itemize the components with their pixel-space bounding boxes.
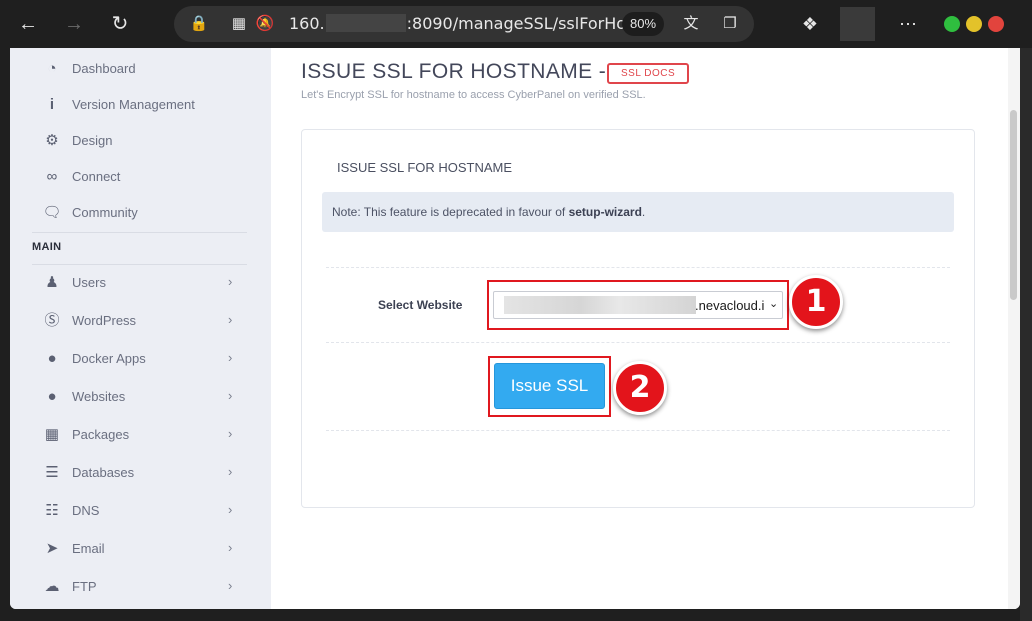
sidebar-item-databases[interactable]: ☰ Databases ›: [10, 455, 271, 491]
chevron-right-icon: ›: [228, 312, 233, 327]
wordpress-icon: Ⓢ: [44, 312, 60, 329]
link-icon: ∞: [46, 168, 58, 185]
close-window-button[interactable]: [988, 16, 1004, 32]
sidebar-item-community[interactable]: 🗨 Community: [10, 195, 271, 231]
maximize-button[interactable]: [966, 16, 982, 32]
sidebar-item-users[interactable]: ♟ Users ›: [10, 265, 271, 301]
divider: [326, 430, 950, 431]
chevron-right-icon: ›: [228, 578, 233, 593]
redacted-ip: [325, 14, 406, 32]
page-viewport: ◔ Dashboard i Version Management ⚙ Desig…: [10, 48, 1020, 609]
database-icon: ☰: [45, 464, 59, 481]
users-icon: ♟: [45, 274, 59, 291]
cubes-icon: ▦: [44, 426, 60, 443]
chevron-down-icon: ⌄: [769, 298, 779, 310]
sidebar-item-label: Packages: [72, 427, 130, 442]
globe-icon: ●: [47, 350, 57, 367]
sidebar-item-label: Websites: [72, 389, 126, 404]
sidebar-item-docker-apps[interactable]: ● Docker Apps ›: [10, 341, 271, 377]
sidebar-item-label: Design: [72, 133, 113, 148]
chevron-right-icon: ›: [228, 426, 233, 441]
reload-button[interactable]: ↻: [106, 10, 134, 38]
profile-button[interactable]: [840, 7, 875, 41]
chevron-right-icon: ›: [228, 464, 233, 479]
sidebar: ◔ Dashboard i Version Management ⚙ Desig…: [10, 48, 271, 609]
url-text[interactable]: 160. :8090/manageSSL/sslForHo: [289, 14, 626, 33]
issue-ssl-card: ISSUE SSL FOR HOSTNAME Note: This featur…: [301, 129, 975, 508]
issue-ssl-button[interactable]: Issue SSL: [494, 363, 605, 409]
chevron-right-icon: ›: [228, 502, 233, 517]
reading-list-icon[interactable]: ❐: [719, 13, 741, 35]
dashboard-icon: ◔: [47, 60, 57, 77]
url-prefix: 160.: [289, 14, 325, 33]
ssl-docs-link[interactable]: SSL DOCS: [607, 63, 690, 84]
sidebar-item-email[interactable]: ➤ Email ›: [10, 531, 271, 567]
sidebar-item-websites[interactable]: ● Websites ›: [10, 379, 271, 415]
gear-icon: ⚙: [45, 132, 59, 149]
setup-wizard-text: setup-wizard: [568, 205, 642, 219]
forward-button[interactable]: →: [60, 10, 88, 38]
lock-icon[interactable]: 🔒: [188, 13, 210, 35]
sidebar-item-label: DNS: [72, 503, 100, 518]
sidebar-item-version-management[interactable]: i Version Management: [10, 87, 271, 123]
sidebar-item-ftp[interactable]: ☁ FTP ›: [10, 569, 271, 605]
website-select-value: .nevacloud.i: [695, 298, 765, 313]
globe-icon: ●: [47, 388, 57, 405]
page-subtitle: Let's Encrypt SSL for hostname to access…: [301, 89, 646, 101]
sidebar-item-label: Community: [72, 205, 138, 220]
notifications-off-icon[interactable]: 🔕: [254, 13, 276, 35]
sidebar-item-wordpress[interactable]: Ⓢ WordPress ›: [10, 303, 271, 339]
note-text: Note: This feature is deprecated in favo…: [332, 205, 569, 219]
extensions-icon[interactable]: ❖: [796, 10, 824, 38]
sidebar-item-dashboard[interactable]: ◔ Dashboard: [10, 51, 271, 87]
select-website-label: Select Website: [378, 298, 463, 312]
redacted-domain: [504, 296, 696, 314]
divider: [326, 342, 950, 343]
sidebar-item-connect[interactable]: ∞ Connect: [10, 159, 271, 195]
sidebar-item-label: Databases: [72, 465, 135, 480]
chevron-right-icon: ›: [228, 540, 233, 555]
page-title: ISSUE SSL FOR HOSTNAME -: [301, 60, 607, 83]
cloud-upload-icon: ☁: [44, 578, 60, 595]
zoom-indicator[interactable]: 80%: [622, 12, 665, 36]
sidebar-section-heading: MAIN: [32, 241, 62, 253]
info-icon: i: [49, 96, 55, 113]
url-path: :8090/manageSSL/sslForHo: [406, 14, 627, 33]
minimize-button[interactable]: [944, 16, 960, 32]
sidebar-item-packages[interactable]: ▦ Packages ›: [10, 417, 271, 453]
paper-plane-icon: ➤: [45, 540, 59, 557]
chevron-right-icon: ›: [228, 388, 233, 403]
sitemap-icon: ☷: [45, 502, 59, 519]
card-title: ISSUE SSL FOR HOSTNAME: [337, 160, 513, 175]
sidebar-item-label: Docker Apps: [72, 351, 146, 366]
sidebar-item-label: FTP: [72, 579, 97, 594]
sidebar-divider: [32, 232, 247, 233]
chat-icon: 🗨: [42, 204, 62, 221]
step-marker-1: 1: [789, 275, 843, 329]
step-marker-2: 2: [613, 361, 667, 415]
site-info-icon[interactable]: ▦: [228, 13, 250, 35]
sidebar-item-dns[interactable]: ☷ DNS ›: [10, 493, 271, 529]
sidebar-item-design[interactable]: ⚙ Design: [10, 123, 271, 159]
back-button[interactable]: ←: [14, 10, 42, 38]
sidebar-item-label: Users: [72, 275, 106, 290]
note-period: .: [641, 205, 646, 219]
chevron-right-icon: ›: [228, 350, 233, 365]
browser-toolbar: ← → ↻ 🔒 ▦ 🔕 160. :8090/manageSSL/sslForHo…: [0, 0, 1032, 48]
desktop-background: [1020, 48, 1032, 621]
deprecation-note: Note: This feature is deprecated in favo…: [322, 192, 954, 232]
scrollbar-thumb[interactable]: [1010, 110, 1017, 300]
more-menu-icon[interactable]: ⋯: [894, 10, 922, 38]
divider: [326, 267, 950, 268]
sidebar-item-label: Dashboard: [72, 61, 136, 76]
chevron-right-icon: ›: [228, 274, 233, 289]
sidebar-item-label: Version Management: [72, 97, 195, 112]
sidebar-item-label: Email: [72, 541, 105, 556]
main-content: ISSUE SSL FOR HOSTNAME - SSL DOCS Let's …: [271, 48, 1008, 609]
sidebar-item-label: Connect: [72, 169, 121, 184]
website-select[interactable]: .nevacloud.i ⌄: [493, 291, 783, 319]
sidebar-item-label: WordPress: [72, 313, 137, 328]
address-bar[interactable]: 🔒 ▦ 🔕 160. :8090/manageSSL/sslForHo 80% 文…: [174, 6, 754, 42]
translate-icon[interactable]: 文: [680, 13, 702, 35]
